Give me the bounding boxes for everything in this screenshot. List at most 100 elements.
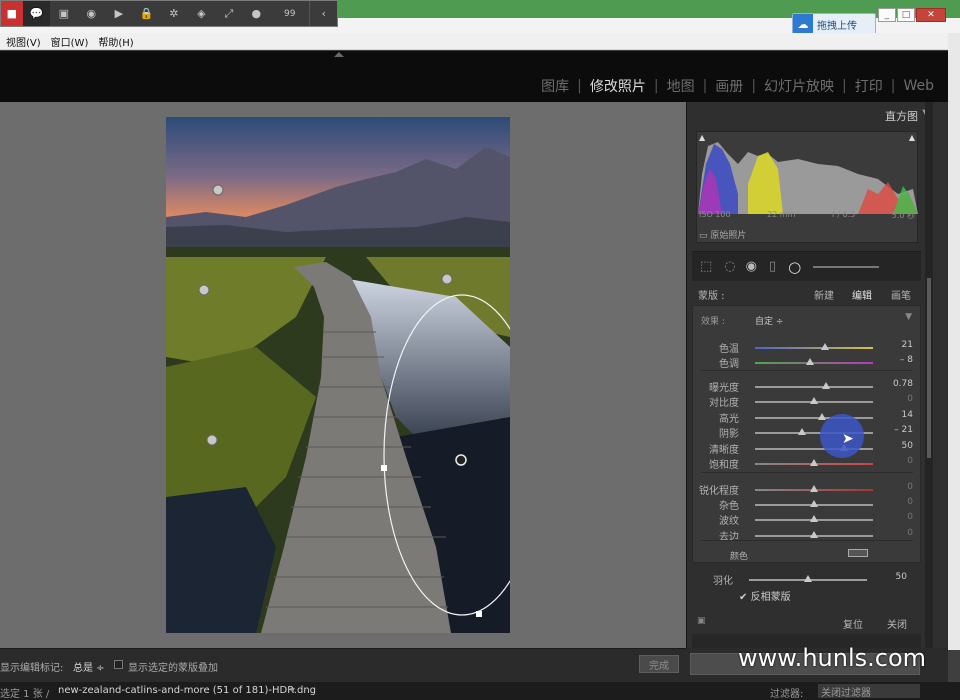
slider-value[interactable]: 50 xyxy=(902,441,913,451)
slider-value[interactable]: 50 xyxy=(896,572,907,582)
module-web[interactable]: Web xyxy=(903,78,934,94)
module-map[interactable]: 地图 xyxy=(667,76,695,96)
reset-button[interactable]: 复位 xyxy=(843,616,863,631)
slider-thumb[interactable] xyxy=(810,531,818,538)
slider-value[interactable]: 0 xyxy=(907,394,913,404)
slider-thumb[interactable] xyxy=(804,575,812,582)
original-photo-toggle[interactable]: ▭ 原始照片 xyxy=(699,228,746,241)
module-book[interactable]: 画册 xyxy=(715,76,743,96)
close-window-button[interactable]: ✕ xyxy=(916,8,946,22)
box-icon[interactable]: ◈ xyxy=(188,1,216,26)
module-slideshow[interactable]: 幻灯片放映 xyxy=(764,76,834,96)
color-swatch[interactable] xyxy=(848,549,868,557)
adjustment-panel: 效果 : 自定 ÷ ▼ 色温 21 色调 – 8 曝光度 0.78 对比度 0 高光 14 阴影 – … xyxy=(692,305,921,563)
mask-edit[interactable]: 编辑 xyxy=(852,287,872,302)
expand-icon[interactable]: ⤢ xyxy=(215,1,243,26)
done-button[interactable]: 完成 xyxy=(639,655,679,673)
show-overlay-label: 显示选定的蒙版叠加 xyxy=(128,663,218,674)
show-marks-dropdown[interactable]: 总是 ÷ xyxy=(73,659,105,674)
slider-thumb[interactable] xyxy=(810,500,818,507)
menu-window[interactable]: 窗口(W) xyxy=(51,34,89,49)
user-icon[interactable]: ● xyxy=(243,1,271,26)
highlight-clip-icon[interactable]: ▲ xyxy=(909,133,915,142)
filter-dropdown[interactable]: 关闭过滤器 xyxy=(818,684,920,699)
crop-tool-icon[interactable]: ⬚ xyxy=(700,259,712,274)
slider-thumb[interactable] xyxy=(810,485,818,492)
camera-icon[interactable]: ▶ xyxy=(105,1,133,26)
panel-scrollbar[interactable] xyxy=(925,102,933,648)
red-eye-icon[interactable]: ◉ xyxy=(746,259,757,274)
slider-value[interactable]: 0 xyxy=(907,497,913,507)
slider-thumb[interactable] xyxy=(810,515,818,522)
gift-icon[interactable]: ▣ xyxy=(50,1,78,26)
cloud-icon: ☁ xyxy=(793,14,813,34)
slider-value[interactable]: 0.78 xyxy=(893,379,913,389)
exif-aperture: f / 6.3 xyxy=(831,210,856,219)
count-badge: 99 xyxy=(284,8,296,19)
radial-filter-icon[interactable]: ○ xyxy=(788,258,801,276)
lock-icon[interactable]: 🔒 xyxy=(133,1,161,26)
slider-label: 高光 xyxy=(719,414,739,425)
effect-dropdown[interactable]: 自定 ÷ xyxy=(755,314,783,327)
circle-icon[interactable]: ◉ xyxy=(78,1,106,26)
chat-icon[interactable]: 💬 xyxy=(22,1,51,26)
photo-preview[interactable] xyxy=(166,117,510,633)
upload-button[interactable]: ☁ 拖拽上传 xyxy=(792,13,876,35)
slider-thumb[interactable] xyxy=(818,413,827,420)
mask-new[interactable]: 新建 xyxy=(814,287,834,302)
effect-collapse-icon[interactable]: ▼ xyxy=(905,312,912,322)
mask-brush[interactable]: 画笔 xyxy=(891,287,911,302)
menu-help[interactable]: 帮助(H) xyxy=(98,34,133,49)
menu-view[interactable]: 视图(V) xyxy=(6,34,41,49)
module-develop[interactable]: 修改照片 xyxy=(590,76,646,96)
slider-sharpness: 锐化程度 0 xyxy=(693,482,923,497)
brush-slider[interactable] xyxy=(813,265,880,268)
slider-value[interactable]: – 8 xyxy=(900,355,913,365)
shadow-clip-icon[interactable]: ▲ xyxy=(699,133,705,142)
slider-value[interactable]: 21 xyxy=(902,340,913,350)
slider-value[interactable]: – 21 xyxy=(894,425,913,435)
slider-thumb[interactable] xyxy=(798,428,807,435)
spot-removal-icon[interactable]: ◌ xyxy=(724,259,735,274)
gear-icon[interactable]: ✲ xyxy=(160,1,188,26)
slider-track[interactable] xyxy=(755,386,873,388)
minimize-button[interactable]: _ xyxy=(878,8,896,22)
slider-moire: 波纹 0 xyxy=(693,512,923,527)
slider-value[interactable]: 0 xyxy=(907,456,913,466)
slider-thumb[interactable] xyxy=(810,397,818,404)
window-scrollbar[interactable] xyxy=(948,33,960,650)
slider-highlights: 高光 14 xyxy=(693,410,923,425)
selection-count: 选定 1 张 / xyxy=(0,689,50,700)
file-name[interactable]: new-zealand-catlins-and-more (51 of 181)… xyxy=(58,685,316,696)
slider-value[interactable]: 0 xyxy=(907,528,913,538)
overlay-checkbox[interactable] xyxy=(114,660,123,669)
invert-mask-toggle[interactable]: ✔ 反相蒙版 xyxy=(739,588,791,603)
effect-label: 效果 : xyxy=(701,317,725,327)
panel-switch-icon[interactable]: ▣ xyxy=(697,616,706,626)
slider-value[interactable]: 0 xyxy=(907,482,913,492)
histogram-panel: ▲ ▲ ISO 100 22 mm f / 6.3 5.0 秒 ▭ 原始照片 xyxy=(696,131,918,243)
slider-label: 对比度 xyxy=(709,398,739,409)
panel-toggle-up-icon[interactable] xyxy=(334,52,344,57)
slider-thumb[interactable] xyxy=(806,358,815,365)
maximize-button[interactable]: □ xyxy=(897,8,915,22)
slider-thumb[interactable] xyxy=(810,459,818,466)
module-library[interactable]: 图库 xyxy=(541,76,569,96)
mouse-cursor-icon: ➤ xyxy=(842,431,854,447)
slider-contrast: 对比度 0 xyxy=(693,394,923,409)
slider-thumb[interactable] xyxy=(821,382,830,389)
collapse-icon[interactable]: ‹ xyxy=(309,1,337,26)
histogram-graph[interactable] xyxy=(698,134,918,214)
slider-thumb[interactable] xyxy=(820,343,829,350)
stop-icon[interactable]: ■ xyxy=(1,1,23,26)
slider-value[interactable]: 0 xyxy=(907,512,913,522)
slider-label: 饱和度 xyxy=(709,460,739,471)
module-print[interactable]: 打印 xyxy=(855,76,883,96)
filename-dropdown-icon[interactable]: ▾ xyxy=(290,685,295,696)
slider-label: 锐化程度 xyxy=(699,486,739,497)
graduated-filter-icon[interactable]: ▯ xyxy=(769,259,776,274)
slider-value[interactable]: 14 xyxy=(902,410,913,420)
slider-label: 色温 xyxy=(719,344,739,355)
slider-track[interactable] xyxy=(755,347,873,349)
close-panel-button[interactable]: 关闭 xyxy=(887,616,907,631)
